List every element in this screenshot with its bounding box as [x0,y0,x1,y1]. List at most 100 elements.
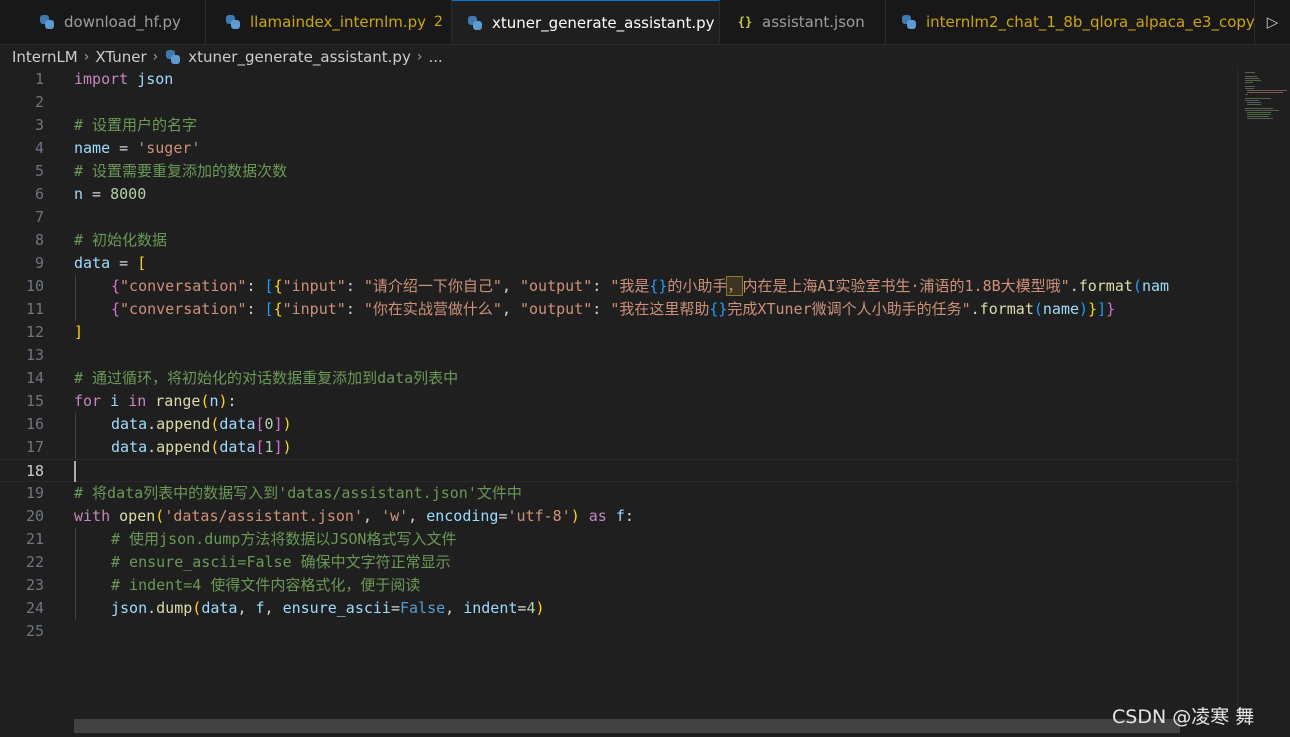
code-line: 25 [0,620,1237,643]
operator-token: . [147,599,157,617]
keyword-token: as [588,507,607,525]
current-code-line: 18 [0,459,1237,482]
bracket-token: [ [264,300,274,318]
tab-llamaindex-internlm[interactable]: llamaindex_internlm.py 2 [206,0,452,44]
operator-token: : [624,507,634,525]
code-editor[interactable]: 1 import json 2 3 # 设置用户的名字 4 name = 'su… [0,68,1237,719]
operator-token [146,392,155,410]
code-text: import json [74,68,173,91]
tab-download-hf[interactable]: download_hf.py [0,0,206,44]
code-line: 7 [0,206,1237,229]
line-number: 10 [25,277,44,295]
tab-assistant-json[interactable]: {} assistant.json [720,0,886,44]
minimap-line [1245,72,1255,73]
function-token: append [156,438,211,456]
code-text: with open('datas/assistant.json', 'w', e… [74,505,634,528]
breadcrumb-item-file[interactable]: xtuner_generate_assistant.py [188,48,411,66]
code-line: 22 # ensure_ascii=False 确保中文字符正常显示 [0,551,1237,574]
operator-token: : [345,300,364,318]
tab-xtuner-generate-assistant[interactable]: xtuner_generate_assistant.py ✕ [452,0,720,44]
operator-token: = [83,185,111,203]
function-token: dump [156,599,193,617]
python-file-icon [166,49,181,64]
bracket-token: ( [1033,300,1043,318]
variable-token: n [209,392,219,410]
minimap-line [1247,118,1273,119]
number-token: 8000 [110,185,147,203]
keyword-token: import [74,70,129,88]
bracket-token: { [111,300,121,318]
bracket-token: ) [218,392,228,410]
variable-token: name [1042,300,1080,318]
operator-token: : [592,300,611,318]
string-token: 'w' [381,507,409,525]
bracket-token: [ [137,254,147,272]
string-token: "conversation" [120,300,247,318]
code-line: 1 import json [0,68,1237,91]
bracket-token: ] [1097,300,1107,318]
chevron-right-icon: › [152,48,159,65]
minimap-line [1245,78,1259,79]
minimap-line [1247,104,1261,105]
line-number: 17 [25,438,44,456]
bracket-token: [ [255,438,265,456]
bracket-token: ] [273,415,283,433]
code-text: for i in range(n): [74,390,237,413]
line-number: 24 [25,599,44,617]
bracket-token: [ [255,415,265,433]
line-number: 11 [25,300,44,318]
python-file-icon [226,15,240,29]
function-token: range [155,392,201,410]
code-text: name = 'suger' [74,137,200,160]
minimap-line [1245,88,1254,89]
comment-token: # ensure_ascii=False 确保中文字符正常显示 [111,553,451,571]
code-line: 13 [0,344,1237,367]
string-token: "请介绍一下你自己" [363,277,502,295]
code-line: 19 # 将data列表中的数据写入到'datas/assistant.json… [0,482,1237,505]
variable-token: nam [1141,277,1170,295]
tab-label: llamaindex_internlm.py [250,13,427,31]
line-number: 9 [34,254,44,272]
code-line: 9 data = [ [0,252,1237,275]
operator-token: , [363,507,382,525]
minimap[interactable] [1237,68,1290,719]
minimap-line [1247,90,1287,91]
variable-token: i [101,392,129,410]
string-token: 'utf-8' [507,507,571,525]
variable-token: data [219,438,256,456]
breadcrumb-item-symbols[interactable]: ... [428,48,442,66]
breadcrumb-item-xtuner[interactable]: XTuner [95,48,146,66]
variable-token: name [74,139,111,157]
code-line: 14 # 通过循环，将初始化的对话数据重复添加到data列表中 [0,367,1237,390]
python-file-icon [40,15,54,29]
problem-count-badge: 2 [434,14,443,30]
horizontal-scrollbar[interactable] [74,719,1180,733]
string-token: 的小助手 [667,277,728,295]
function-token: format [1078,277,1133,295]
minimap-border [1237,68,1238,719]
code-text: data.append(data[1]) [111,436,292,459]
minimap-line [1245,110,1279,111]
breadcrumb-item-internlm[interactable]: InternLM [12,48,78,66]
operator-token: , [501,300,520,318]
bracket-token: ] [74,323,84,341]
tab-label: download_hf.py [64,13,181,31]
bracket-token: ] [273,438,283,456]
minimap-line [1247,114,1271,115]
function-token: format [979,300,1034,318]
minimap-line [1247,112,1271,113]
variable-token: f [615,507,625,525]
bracket-token: ( [155,507,165,525]
string-token: "output" [520,300,593,318]
code-line: 2 [0,91,1237,114]
bracket-token: } [1106,300,1116,318]
comment-token: # 设置用户的名字 [74,116,198,134]
run-python-file-button[interactable]: ▷ [1255,0,1290,44]
operator-token [580,507,589,525]
code-line: 23 # indent=4 使得文件内容格式化，便于阅读 [0,574,1237,597]
indent-guide [75,298,76,321]
bracket-token: { [273,300,283,318]
indent-guide [75,597,76,620]
line-number: 8 [34,231,44,249]
tab-internlm2-config[interactable]: internlm2_chat_1_8b_qlora_alpaca_e3_copy… [886,0,1255,44]
